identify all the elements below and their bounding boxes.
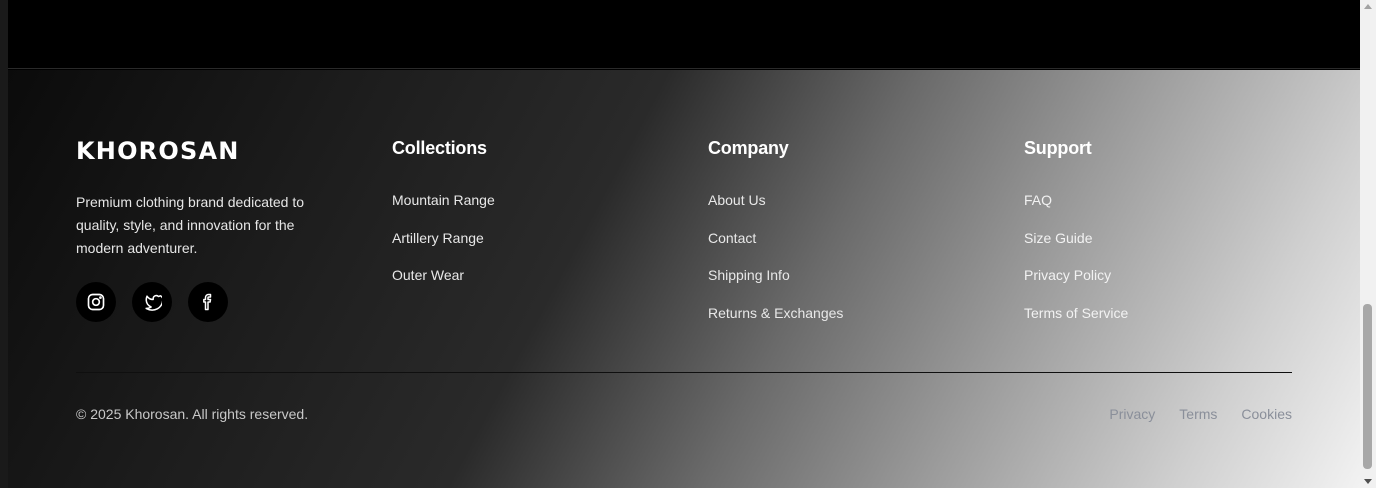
social-links: [76, 282, 228, 322]
company-links: About Us Contact Shipping Info Returns &…: [708, 190, 843, 340]
scroll-up-arrow-icon[interactable]: [1364, 4, 1372, 9]
footer-link-artillery-range[interactable]: Artillery Range: [392, 228, 484, 248]
footer-divider: [76, 372, 1292, 373]
footer-link-about-us[interactable]: About Us: [708, 190, 766, 210]
footer-link-contact[interactable]: Contact: [708, 228, 756, 248]
page-left-edge: [0, 0, 8, 488]
company-heading: Company: [708, 138, 789, 158]
brand-logo[interactable]: KHOROSAN: [76, 137, 240, 165]
collections-links: Mountain Range Artillery Range Outer Wea…: [392, 190, 495, 303]
legal-link-privacy[interactable]: Privacy: [1109, 406, 1155, 422]
twitter-icon: [145, 294, 162, 311]
vertical-scrollbar[interactable]: [1360, 0, 1376, 488]
footer-link-size-guide[interactable]: Size Guide: [1024, 228, 1092, 248]
twitter-link[interactable]: [132, 282, 172, 322]
legal-link-terms[interactable]: Terms: [1179, 406, 1217, 422]
facebook-link[interactable]: [188, 282, 228, 322]
footer-link-privacy-policy[interactable]: Privacy Policy: [1024, 265, 1111, 285]
brand-description: Premium clothing brand dedicated to qual…: [76, 194, 305, 256]
page-content-bottom: [8, 0, 1360, 69]
collections-heading: Collections: [392, 138, 487, 158]
legal-link-cookies[interactable]: Cookies: [1241, 406, 1292, 422]
footer-link-returns-exchanges[interactable]: Returns & Exchanges: [708, 303, 843, 323]
footer-link-mountain-range[interactable]: Mountain Range: [392, 190, 495, 210]
scrollbar-thumb[interactable]: [1363, 304, 1372, 469]
support-links: FAQ Size Guide Privacy Policy Terms of S…: [1024, 190, 1128, 340]
site-footer: KHOROSAN Premium clothing brand dedicate…: [8, 70, 1360, 488]
support-heading: Support: [1024, 138, 1092, 158]
instagram-icon: [87, 293, 105, 311]
copyright-text: © 2025 Khorosan. All rights reserved.: [76, 406, 309, 422]
footer-link-outer-wear[interactable]: Outer Wear: [392, 265, 464, 285]
instagram-link[interactable]: [76, 282, 116, 322]
legal-links: Privacy Terms Cookies: [1109, 406, 1292, 422]
facebook-icon: [203, 293, 212, 311]
footer-link-shipping-info[interactable]: Shipping Info: [708, 265, 790, 285]
footer-link-terms-of-service[interactable]: Terms of Service: [1024, 303, 1128, 323]
scroll-down-arrow-icon[interactable]: [1364, 479, 1372, 484]
footer-link-faq[interactable]: FAQ: [1024, 190, 1052, 210]
